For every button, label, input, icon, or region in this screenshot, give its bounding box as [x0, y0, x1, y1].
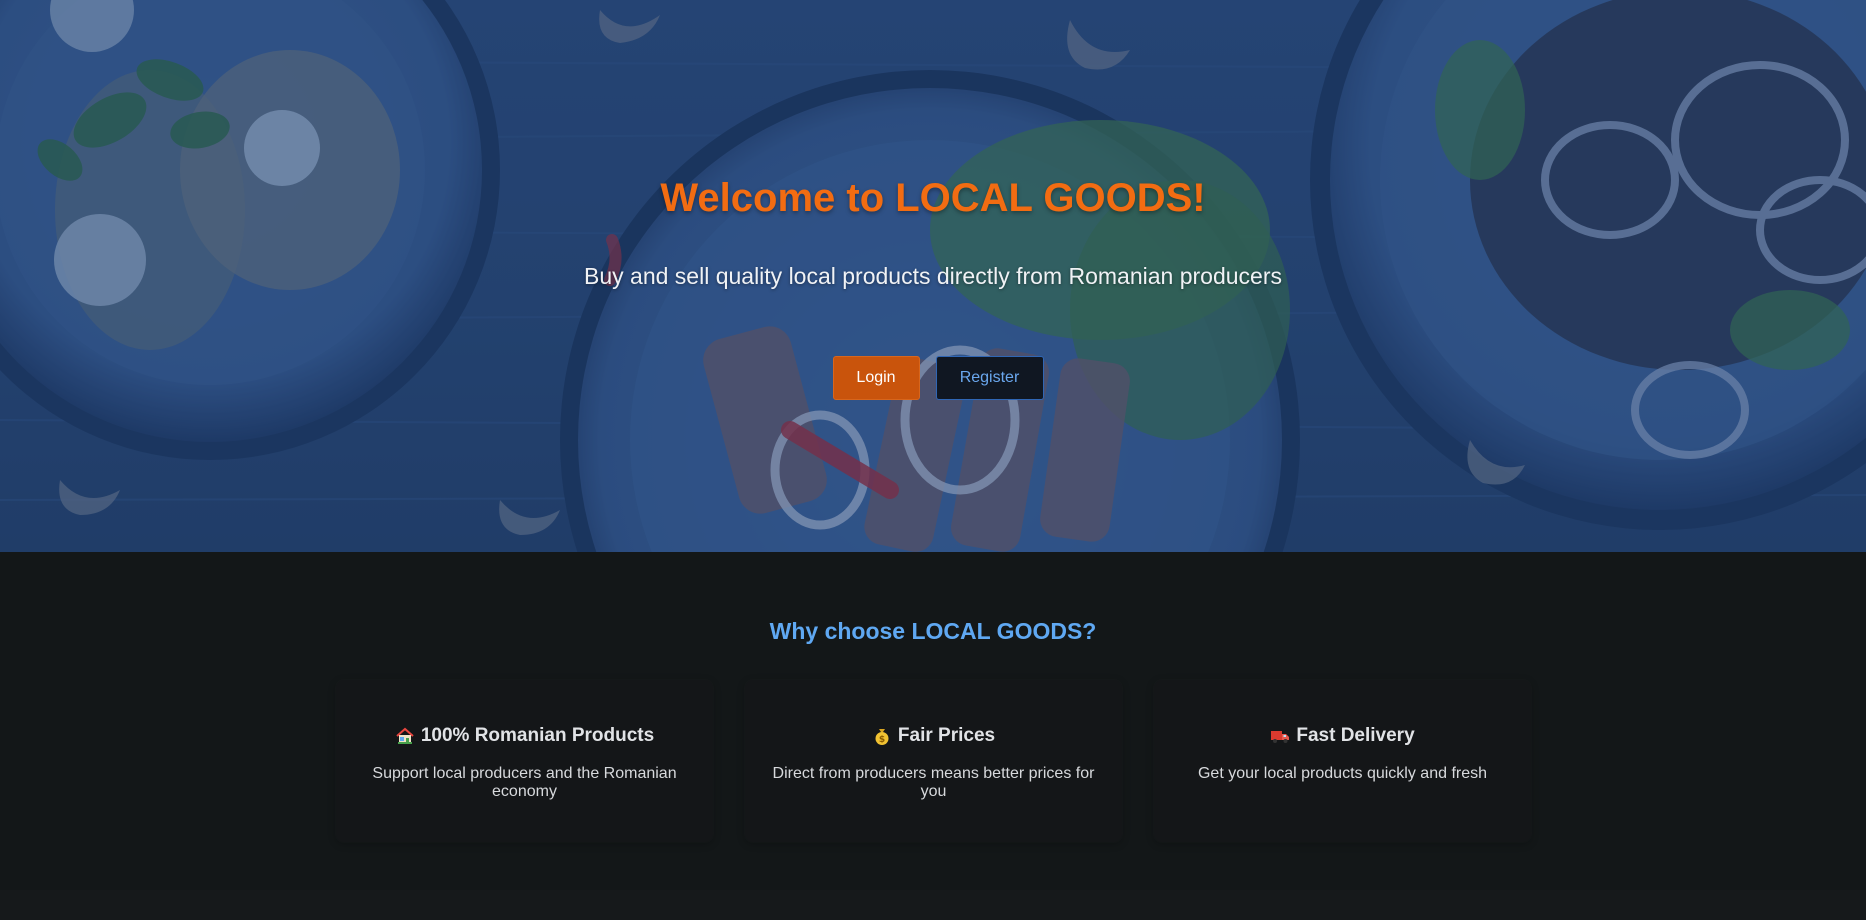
feature-card-description: Get your local products quickly and fres…	[1197, 765, 1488, 782]
login-button[interactable]: Login	[832, 356, 920, 400]
feature-card-title: 100% Romanian Products	[336, 725, 713, 747]
footer-strip	[0, 890, 1866, 920]
hero-subtitle: Buy and sell quality local products dire…	[584, 263, 1282, 289]
feature-card-fair-prices: $ Fair Prices Direct from producers mean…	[745, 680, 1122, 842]
hero-banner: Welcome to LOCAL GOODS! Buy and sell qua…	[0, 0, 1866, 552]
hero-title: Welcome to LOCAL GOODS!	[660, 176, 1206, 220]
feature-card-description: Direct from producers means better price…	[772, 765, 1095, 800]
features-section: Why choose LOCAL GOODS? 100% Romanian Pr…	[0, 552, 1866, 890]
feature-card-romanian-products: 100% Romanian Products Support local pro…	[336, 680, 713, 842]
hero-actions: Login Register	[0, 356, 1866, 400]
feature-card-title-text: Fast Delivery	[1296, 725, 1415, 746]
features-title: Why choose LOCAL GOODS?	[769, 618, 1097, 644]
feature-card-description: Support local producers and the Romanian…	[372, 765, 677, 800]
svg-text:$: $	[879, 735, 885, 745]
truck-icon	[1271, 731, 1290, 743]
feature-card-fast-delivery: Fast Delivery Get your local products qu…	[1154, 680, 1531, 842]
feature-card-title-text: 100% Romanian Products	[420, 725, 655, 746]
money-bag-icon: $	[875, 729, 889, 745]
feature-card-title: Fast Delivery	[1154, 725, 1531, 747]
feature-cards: 100% Romanian Products Support local pro…	[336, 680, 1532, 842]
feature-card-title-text: Fair Prices	[897, 725, 996, 746]
house-icon	[396, 727, 414, 744]
register-button[interactable]: Register	[935, 356, 1044, 400]
hero-content: Welcome to LOCAL GOODS! Buy and sell qua…	[0, 0, 1866, 552]
feature-card-title: $ Fair Prices	[745, 725, 1122, 747]
